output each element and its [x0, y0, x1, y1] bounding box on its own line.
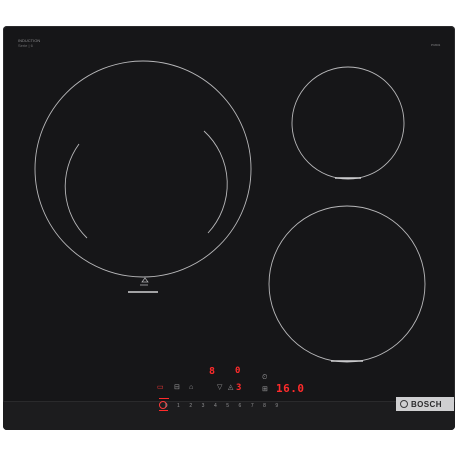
large-zone-inner-right-arc: [203, 130, 228, 234]
slider-digit[interactable]: 6: [234, 402, 246, 410]
left-zone-indicator-display: 0: [235, 366, 241, 376]
power-boost-icon[interactable]: ⊞: [262, 386, 268, 394]
power-slider[interactable]: 0 1 2 3 4 5 6 7 8 9: [160, 402, 283, 410]
slider-digit[interactable]: 7: [246, 402, 258, 410]
slider-digit[interactable]: 3: [197, 402, 209, 410]
cooking-zones: [34, 60, 426, 363]
zone-select-icon[interactable]: ⊟: [174, 384, 180, 392]
slider-digit[interactable]: 5: [221, 402, 233, 410]
bosch-armature-icon: [400, 400, 408, 408]
power-indicator-line: [159, 410, 168, 411]
large-zone-inner-left-arc: [64, 143, 88, 239]
slider-digit[interactable]: 0: [160, 402, 172, 410]
center-level-display: 3: [236, 383, 242, 393]
pan-symbol-icon: [140, 277, 149, 286]
left-zone-level-display: 8: [209, 366, 216, 377]
child-lock-icon[interactable]: ⌂: [189, 384, 193, 392]
slider-digit[interactable]: 1: [172, 402, 184, 410]
flex-zone-icon[interactable]: ▽: [217, 384, 222, 392]
slider-digit[interactable]: 4: [209, 402, 221, 410]
medium-zone-outer: [268, 205, 426, 363]
small-zone-outer: [291, 66, 405, 180]
boost-icon[interactable]: ◬: [228, 384, 233, 392]
slider-digit[interactable]: 9: [271, 402, 283, 410]
cooktop-glass: INDUCTION Serie | 6 PIJ631 8 0 3 16.0 ▭ …: [3, 26, 455, 430]
timer-icon[interactable]: ⏲: [262, 374, 267, 382]
slider-digit[interactable]: 8: [258, 402, 270, 410]
timer-display: 16.0: [276, 382, 305, 395]
bosch-logo-text: BOSCH: [411, 399, 442, 409]
slider-digit[interactable]: 2: [185, 402, 197, 410]
keep-warm-icon[interactable]: ▭: [157, 384, 164, 392]
bosch-badge: BOSCH: [396, 397, 454, 411]
slider-left-marker: [159, 398, 169, 399]
